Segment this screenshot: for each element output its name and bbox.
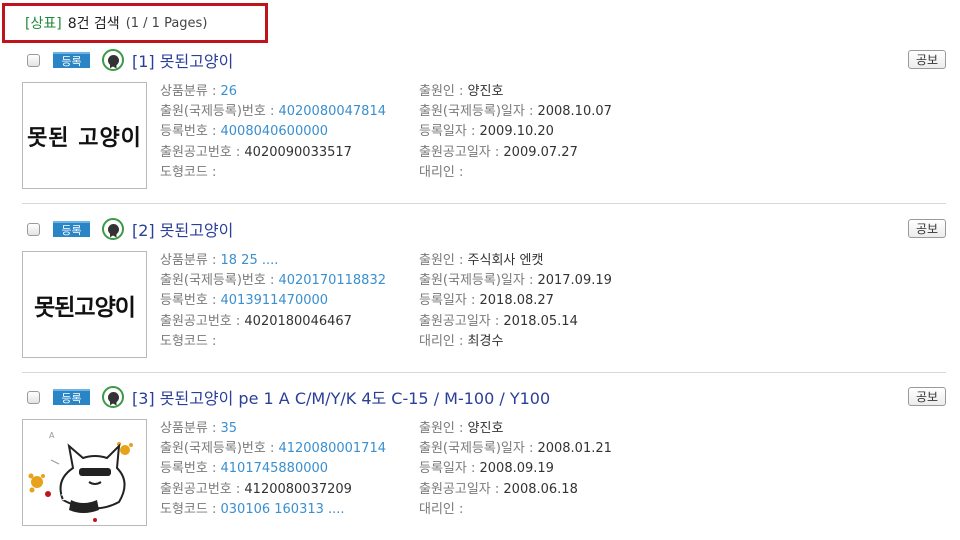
agent-label: 대리인 : <box>419 501 464 517</box>
app-no-label: 출원(국제등록)번호 : <box>160 104 279 120</box>
reg-date-value: 2009.10.20 <box>479 124 554 140</box>
left-fields: 상품분류 : 26 출원(국제등록)번호 : 4020080047814 등록번… <box>160 82 386 183</box>
select-checkbox[interactable] <box>27 222 40 236</box>
result-item: 등록 [1] 못된고양이 공보 못된 고양이 상품분류 : 26 출원(국제등록… <box>22 48 946 192</box>
pub-date-value: 2009.07.27 <box>503 144 578 160</box>
reg-no-value[interactable]: 4013911470000 <box>221 293 329 308</box>
reg-date-label: 등록일자 : <box>419 124 480 140</box>
award-icon <box>102 218 124 240</box>
reg-no-value[interactable]: 4008040600000 <box>221 124 329 139</box>
search-summary: [상표] 8건 검색 (1 / 1 Pages) <box>2 3 268 43</box>
reg-date-value: 2008.09.19 <box>479 461 554 477</box>
pub-no-label: 출원공고번호 : <box>160 481 245 497</box>
pub-date-label: 출원공고일자 : <box>419 144 504 160</box>
gazette-button[interactable]: 공보 <box>908 387 946 406</box>
applicant-value: 양진호 <box>467 84 504 99</box>
reg-date-value: 2018.08.27 <box>479 293 554 309</box>
pub-date-label: 출원공고일자 : <box>419 313 504 329</box>
figure-value[interactable]: 030106 160313 .... <box>221 502 345 517</box>
agent-label: 대리인 : <box>419 164 464 180</box>
pub-no-value: 4120080037209 <box>244 481 352 497</box>
trademark-mark-text: 못된고양이 <box>34 294 136 321</box>
trademark-mark-text: 못된 고양이 <box>27 124 142 151</box>
result-count: 8건 검색 <box>67 16 120 32</box>
result-header: 등록 [1] 못된고양이 공보 <box>22 48 946 72</box>
svg-text:A: A <box>49 431 55 440</box>
award-icon <box>102 49 124 71</box>
class-label: 상품분류 : <box>160 84 221 99</box>
app-date-value: 2008.10.07 <box>537 104 612 120</box>
reg-no-label: 등록번호 : <box>160 124 221 140</box>
trademark-image[interactable]: 못된 고양이 <box>22 82 147 189</box>
page-indicator: (1 / 1 Pages) <box>125 15 208 31</box>
select-checkbox[interactable] <box>27 390 40 404</box>
pub-no-value: 4020180046467 <box>244 313 352 329</box>
app-no-value[interactable]: 4120080001714 <box>278 441 386 456</box>
figure-label: 도형코드 : <box>160 501 221 517</box>
trademark-mark-text: 못된 고양이 <box>61 488 115 502</box>
select-checkbox[interactable] <box>27 53 40 67</box>
status-badge: 등록 <box>53 389 90 405</box>
result-header: 등록 [3] 못된고양이 pe 1 A C/M/Y/K 4도 C-15 / M-… <box>22 385 946 409</box>
result-item: 등록 [2] 못된고양이 공보 못된고양이 상품분류 : 18 25 .... … <box>22 217 946 361</box>
app-no-value[interactable]: 4020170118832 <box>278 273 386 288</box>
result-title-link[interactable]: [1] 못된고양이 <box>132 48 233 72</box>
class-value[interactable]: 26 <box>221 84 238 99</box>
result-item: 등록 [3] 못된고양이 pe 1 A C/M/Y/K 4도 C-15 / M-… <box>22 385 946 529</box>
gazette-button[interactable]: 공보 <box>908 50 946 69</box>
result-divider <box>22 372 946 373</box>
pub-no-value: 4020090033517 <box>244 144 352 160</box>
right-fields: 출원인 : 주식회사 엔캣 출원(국제등록)일자 : 2017.09.19 등록… <box>419 251 612 352</box>
figure-label: 도형코드 : <box>160 333 217 349</box>
figure-label: 도형코드 : <box>160 164 217 180</box>
applicant-label: 출원인 : <box>419 84 468 99</box>
trademark-image[interactable]: 못된고양이 <box>22 251 147 358</box>
category-label: [상표] <box>25 16 62 32</box>
gazette-button[interactable]: 공보 <box>908 219 946 238</box>
app-date-label: 출원(국제등록)일자 : <box>419 273 538 289</box>
pub-date-label: 출원공고일자 : <box>419 481 504 497</box>
cat-logo-icon: A <box>28 431 133 522</box>
reg-date-label: 등록일자 : <box>419 461 480 477</box>
applicant-value: 양진호 <box>467 421 504 436</box>
class-label: 상품분류 : <box>160 253 221 268</box>
app-no-label: 출원(국제등록)번호 : <box>160 273 279 289</box>
award-icon <box>102 386 124 408</box>
left-fields: 상품분류 : 18 25 .... 출원(국제등록)번호 : 402017011… <box>160 251 386 352</box>
app-date-value: 2017.09.19 <box>537 273 612 289</box>
status-badge: 등록 <box>53 52 90 68</box>
class-label: 상품분류 : <box>160 421 221 436</box>
right-fields: 출원인 : 양진호 출원(국제등록)일자 : 2008.01.21 등록일자 :… <box>419 419 612 520</box>
pub-date-value: 2008.06.18 <box>503 481 578 497</box>
agent-value: 최경수 <box>467 333 504 349</box>
applicant-label: 출원인 : <box>419 253 468 268</box>
trademark-image[interactable]: A 못된 고양이 <box>22 419 147 526</box>
reg-no-label: 등록번호 : <box>160 461 221 477</box>
applicant-value: 주식회사 엔캣 <box>467 253 544 268</box>
reg-date-label: 등록일자 : <box>419 293 480 309</box>
agent-label: 대리인 : <box>419 333 468 349</box>
app-no-label: 출원(국제등록)번호 : <box>160 441 279 457</box>
left-fields: 상품분류 : 35 출원(국제등록)번호 : 4120080001714 등록번… <box>160 419 386 520</box>
status-badge: 등록 <box>53 221 90 237</box>
result-header: 등록 [2] 못된고양이 공보 <box>22 217 946 241</box>
reg-no-label: 등록번호 : <box>160 293 221 309</box>
app-date-label: 출원(국제등록)일자 : <box>419 104 538 120</box>
pub-date-value: 2018.05.14 <box>503 313 578 329</box>
app-date-value: 2008.01.21 <box>537 441 612 457</box>
applicant-label: 출원인 : <box>419 421 468 436</box>
result-divider <box>22 203 946 204</box>
pub-no-label: 출원공고번호 : <box>160 313 245 329</box>
class-value[interactable]: 35 <box>221 421 238 436</box>
right-fields: 출원인 : 양진호 출원(국제등록)일자 : 2008.10.07 등록일자 :… <box>419 82 612 183</box>
reg-no-value[interactable]: 4101745880000 <box>221 461 329 476</box>
class-value[interactable]: 18 25 .... <box>221 253 279 268</box>
app-date-label: 출원(국제등록)일자 : <box>419 441 538 457</box>
app-no-value[interactable]: 4020080047814 <box>278 104 386 119</box>
result-title-link[interactable]: [2] 못된고양이 <box>132 217 233 241</box>
pub-no-label: 출원공고번호 : <box>160 144 245 160</box>
result-title-link[interactable]: [3] 못된고양이 pe 1 A C/M/Y/K 4도 C-15 / M-100… <box>132 385 550 409</box>
